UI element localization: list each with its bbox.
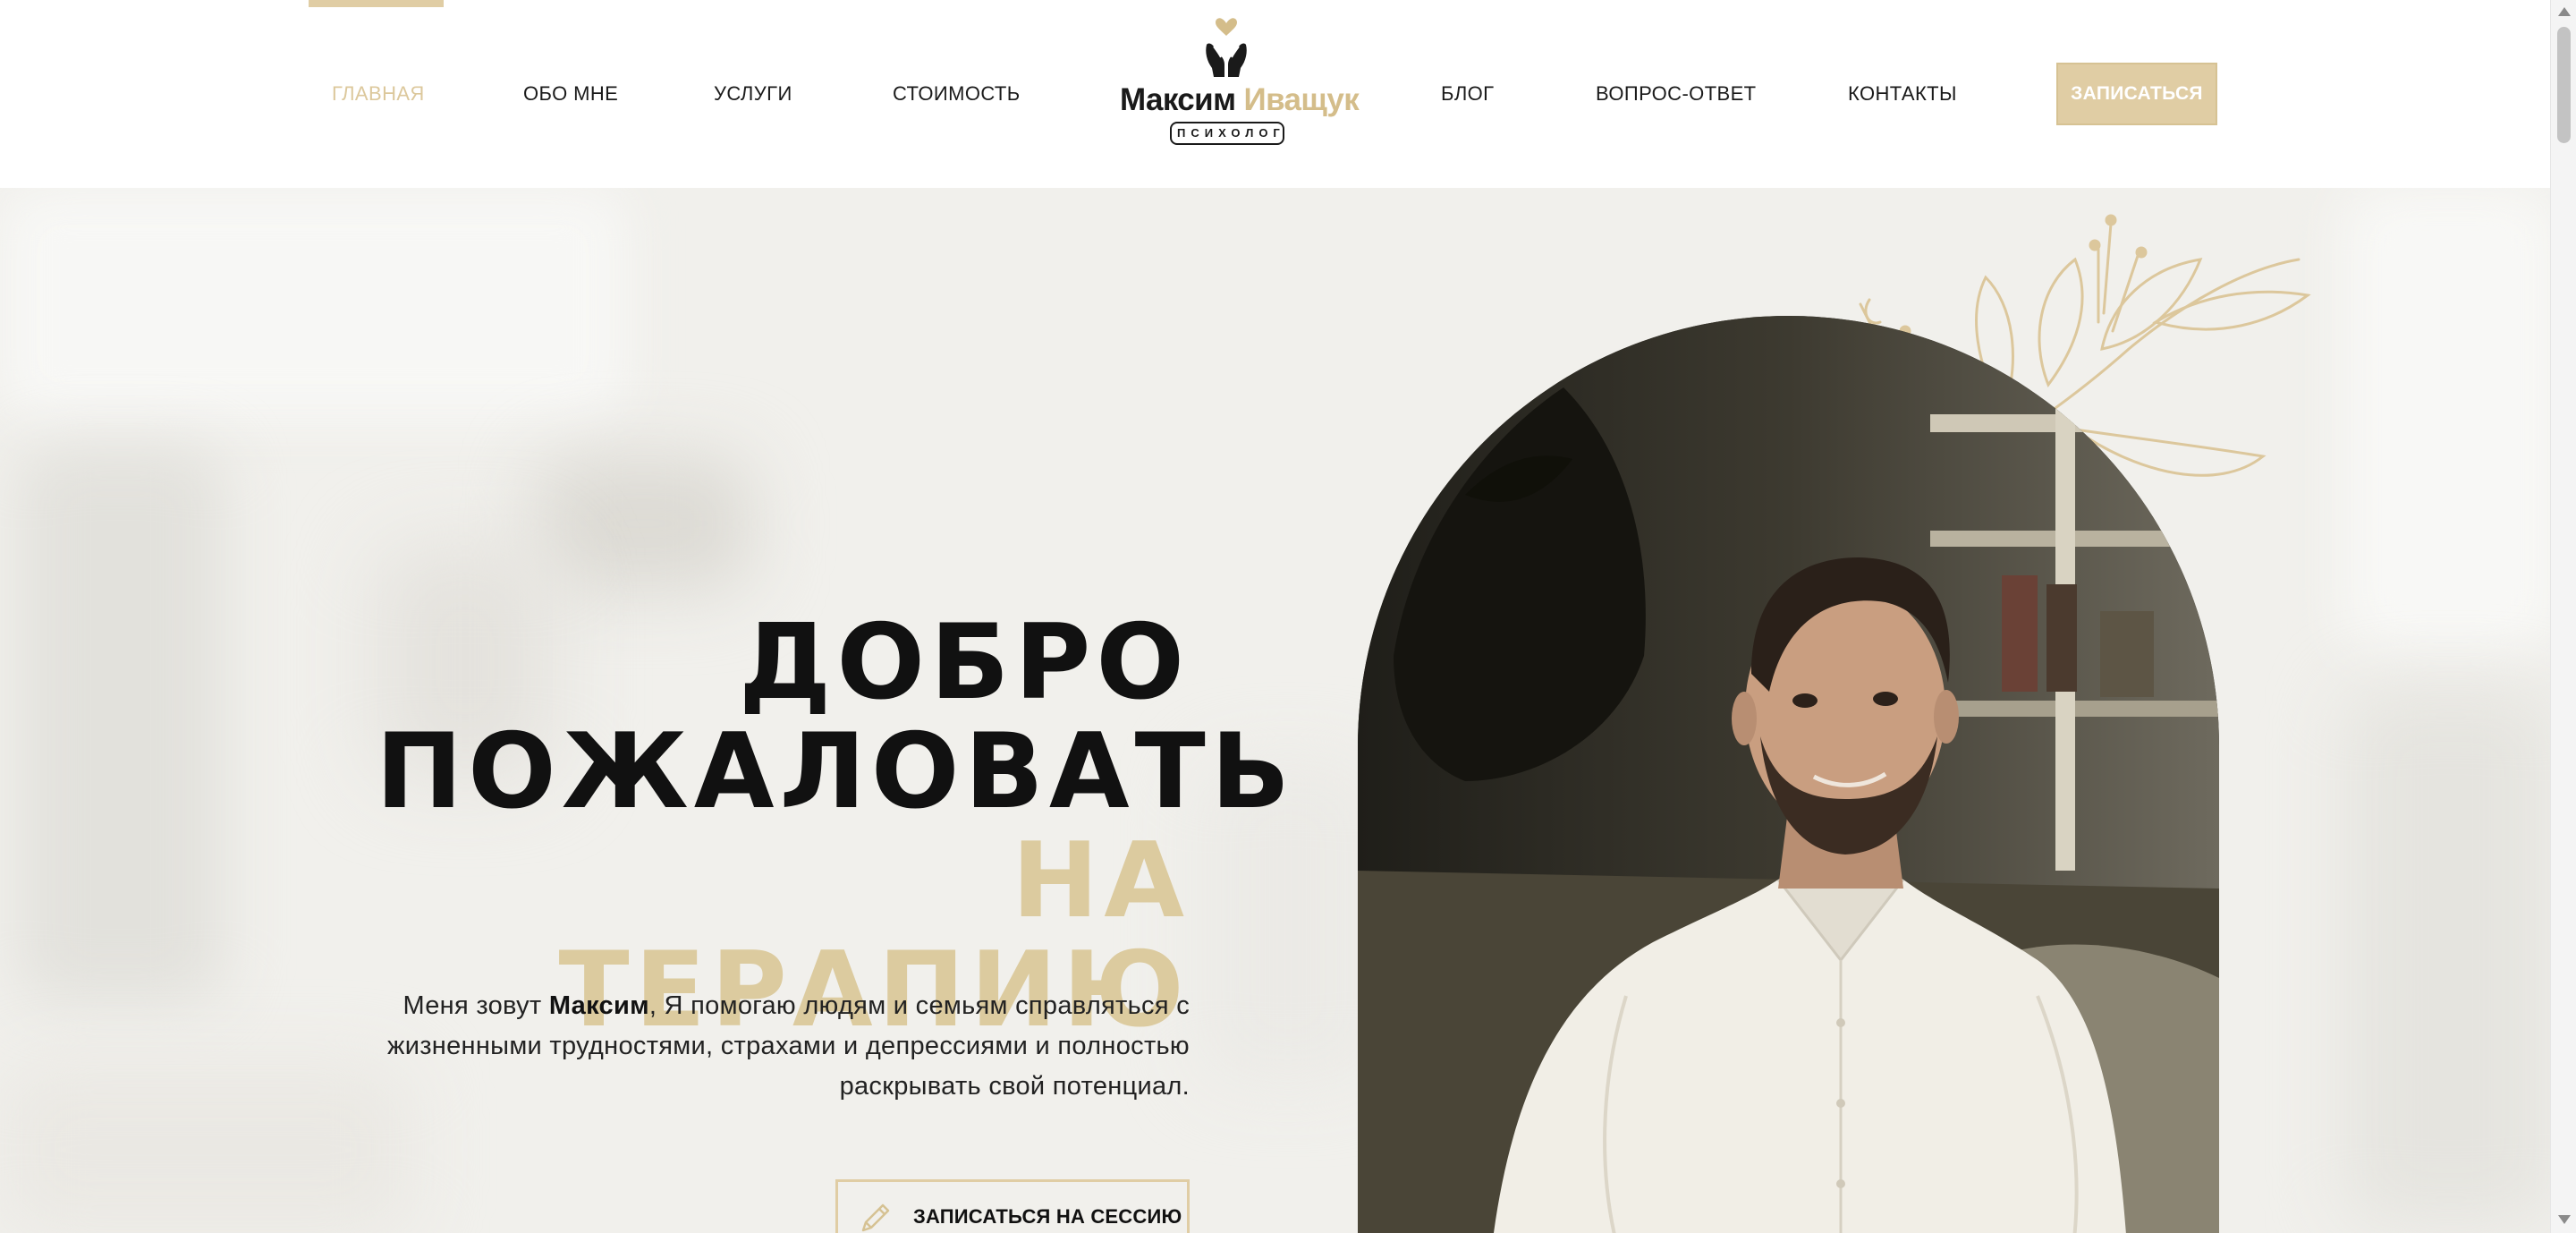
scroll-down-arrow-icon[interactable] [2558, 1215, 2571, 1224]
hands-heart-icon [1206, 18, 1247, 77]
book-session-label: ЗАПИСАТЬСЯ НА СЕССИЮ [913, 1205, 1182, 1228]
background-blur [0, 188, 626, 421]
book-button[interactable]: ЗАПИСАТЬСЯ [2056, 63, 2217, 125]
nav-item-contacts[interactable]: Контакты [1848, 82, 1957, 106]
hero-title-line-1: ДОБРО [739, 602, 1190, 723]
hero-text-intro: Меня зовут [402, 991, 549, 1020]
page-scrollbar[interactable] [2550, 0, 2576, 1233]
portrait-illustration [1358, 316, 2219, 1233]
hero-section: ДОБРО ПОЖАЛОВАТЬ НА ТЕРАПИЮ Меня зовут М… [0, 188, 2550, 1233]
site-header: Главная Обо мне Услуги Стоимость Максим … [0, 0, 2550, 188]
logo-badge: ПСИХОЛОГ [1170, 122, 1284, 145]
nav-item-home[interactable]: Главная [332, 82, 425, 106]
hero-text-name: Максим [548, 991, 649, 1020]
background-blur [2343, 188, 2550, 653]
scroll-up-arrow-icon[interactable] [2558, 7, 2571, 16]
hero-title: ДОБРО ПОЖАЛОВАТЬ НА ТЕРАПИЮ [376, 602, 1296, 1045]
nav-item-pricing[interactable]: Стоимость [893, 82, 1021, 106]
nav-item-services[interactable]: Услуги [714, 82, 792, 106]
site-logo[interactable]: Максим Иващук ПСИХОЛОГ [1109, 16, 1360, 150]
scrollbar-thumb[interactable] [2557, 27, 2571, 143]
nav-item-blog[interactable]: Блог [1441, 82, 1495, 106]
logo-first-name: Максим [1120, 82, 1236, 117]
background-blur [537, 456, 751, 591]
logo-name: Максим Иващук [1120, 82, 1360, 118]
book-session-button[interactable]: ЗАПИСАТЬСЯ НА СЕССИЮ [835, 1179, 1190, 1233]
logo-last-name: Иващук [1243, 82, 1360, 117]
hero-title-line-2: ПОЖАЛОВАТЬ [376, 711, 1296, 832]
active-nav-indicator [309, 0, 444, 7]
nav-item-faq[interactable]: Вопрос-ответ [1596, 82, 1757, 106]
portrait-photo [1358, 316, 2219, 1233]
background-blur [18, 447, 224, 1002]
nav-item-about[interactable]: Обо мне [523, 82, 618, 106]
background-blur [2343, 689, 2550, 1226]
hero-description: Меня зовут Максим, Я помогаю людям и сем… [322, 986, 1190, 1107]
pencil-icon [861, 1203, 890, 1232]
